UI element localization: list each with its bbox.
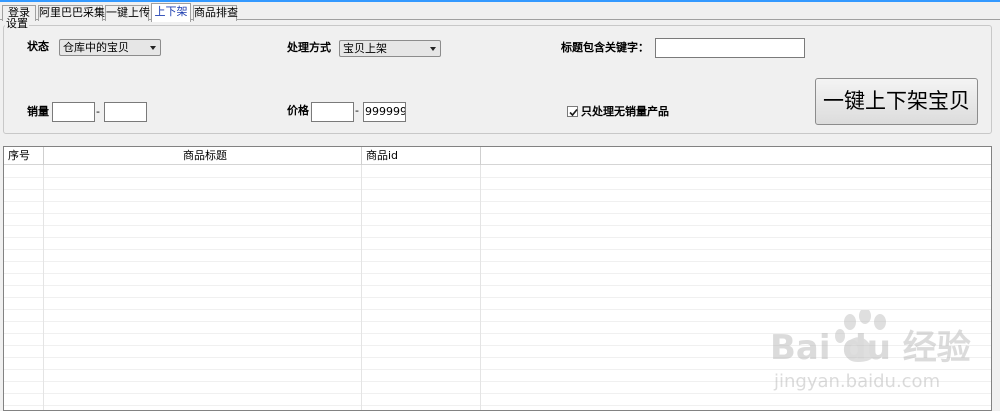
column-header-index[interactable]: 序号 [8,147,30,165]
column-header-title[interactable]: 商品标题 [183,147,227,165]
tab-product-check[interactable]: 商品排查 [193,5,238,21]
price-range-separator: - [355,104,359,117]
tab-shelf-toggle[interactable]: 上下架 [151,3,191,22]
tab-alibaba-collect[interactable]: 阿里巴巴采集 [38,5,105,21]
method-label: 处理方式 [287,41,331,54]
watermark-url: jingyan.baidu.com [774,371,941,392]
status-dropdown-value: 仓库中的宝贝 [63,41,129,54]
baidu-jingyan-watermark: Bai du 经验 jingyan.baidu.com [770,308,985,405]
sales-label: 销量 [27,105,49,118]
keyword-input[interactable] [655,38,805,58]
column-header-product-id[interactable]: 商品id [366,147,398,165]
sales-max-input[interactable] [104,102,147,122]
window-accent-line [0,0,1000,2]
no-sales-checkbox[interactable] [567,106,578,117]
settings-group-title: 设置 [5,17,29,30]
chevron-down-icon [150,46,156,50]
price-max-input[interactable]: 9999999 [363,102,406,122]
status-dropdown[interactable]: 仓库中的宝贝 [59,39,161,56]
tab-one-click-upload[interactable]: 一键上传 [105,5,150,21]
table-header: 序号 商品标题 商品id [4,147,991,165]
method-dropdown-value: 宝贝上架 [343,42,387,55]
sales-range-separator: - [96,105,100,118]
price-label: 价格 [287,104,309,117]
tab-strip: 登录 阿里巴巴采集 一键上传 上下架 商品排查 [0,3,1000,22]
no-sales-checkbox-label[interactable]: 只处理无销量产品 [581,105,669,119]
chevron-down-icon [430,47,436,51]
sales-min-input[interactable] [52,102,95,122]
checkmark-icon [569,108,578,117]
price-min-input[interactable] [311,102,354,122]
status-label: 状态 [27,40,49,53]
watermark-brand: Bai du 经验 [770,328,971,368]
keyword-label: 标题包含关键字： [561,41,649,54]
method-dropdown[interactable]: 宝贝上架 [339,40,441,57]
one-click-shelf-button[interactable]: 一键上下架宝贝 [815,78,978,125]
